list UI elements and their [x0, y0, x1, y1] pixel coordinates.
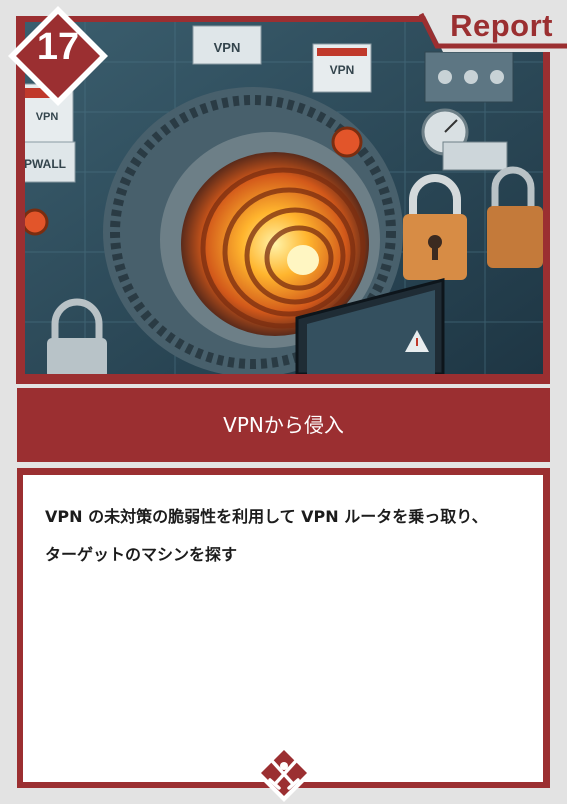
- description-line-2: ターゲットのマシンを探す: [45, 545, 238, 564]
- card-number: 17: [36, 26, 80, 68]
- category-label: Report: [450, 8, 553, 43]
- card-description: VPN の未対策の脆弱性を利用して VPN ルータを乗っ取り、 ターゲットのマシ…: [45, 498, 535, 574]
- crossed-swords-emblem-icon: [255, 744, 313, 802]
- sign-pwall: PWALL: [25, 157, 66, 171]
- sign-vpn-3: VPN: [36, 111, 59, 123]
- sign-vpn-1: VPN: [214, 40, 241, 55]
- sign-vpn-2: VPN: [330, 63, 355, 77]
- description-line-1: VPN の未対策の脆弱性を利用して VPN ルータを乗っ取り、: [45, 507, 488, 526]
- card-title: VPNから侵入: [223, 413, 344, 437]
- title-band: VPNから侵入: [17, 388, 550, 462]
